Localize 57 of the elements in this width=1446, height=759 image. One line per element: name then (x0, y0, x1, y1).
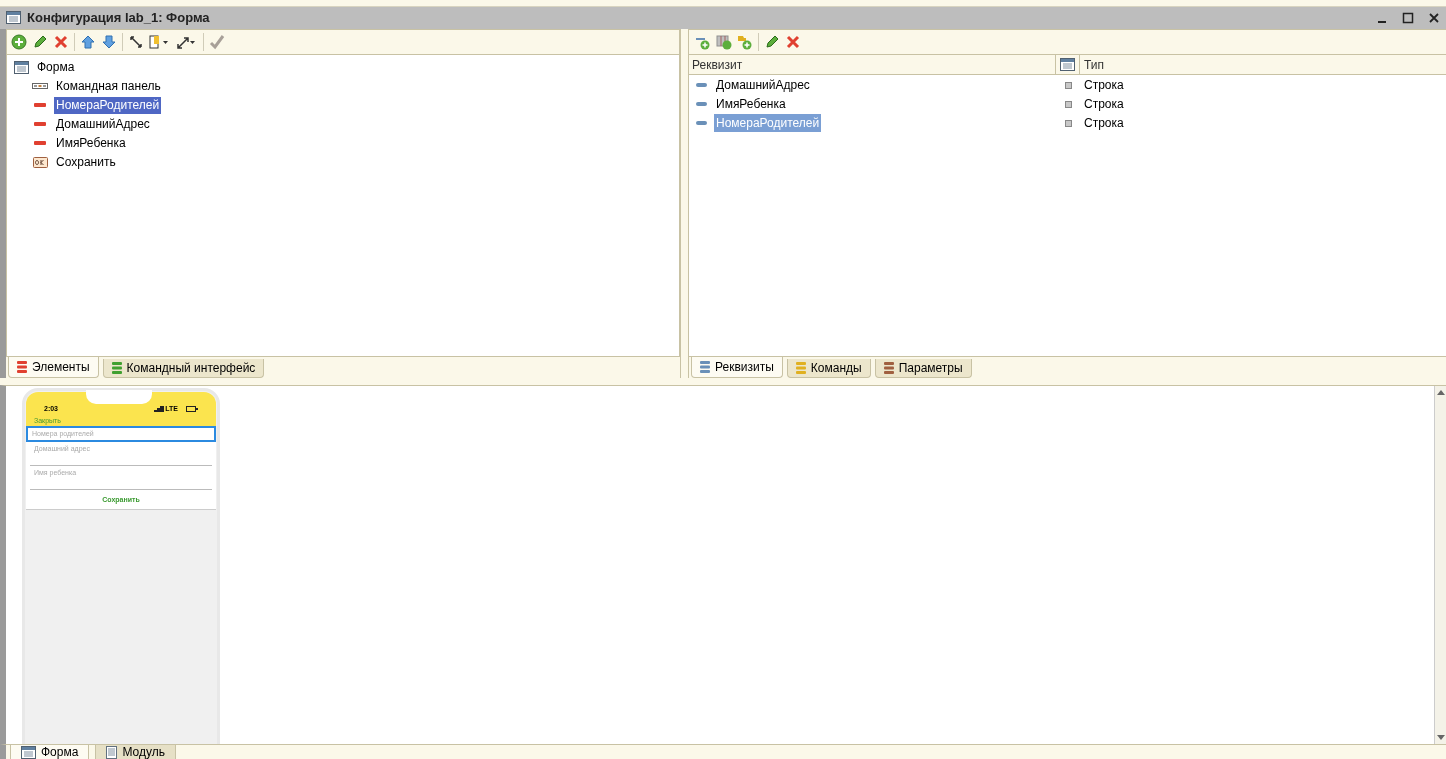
pencil-icon[interactable] (32, 33, 48, 50)
battery-icon (186, 406, 198, 413)
command-bar-icon (32, 83, 48, 90)
device-dropdown-icon[interactable] (149, 33, 171, 50)
attribute-icon (696, 121, 707, 126)
field-icon (34, 141, 46, 146)
tree-item[interactable]: Сохранить (54, 153, 118, 171)
table-cell-text: Строка (1083, 115, 1124, 133)
tab[interactable]: Модуль (95, 745, 176, 759)
form-icon (21, 745, 36, 759)
column-header[interactable]: Реквизит (689, 54, 1056, 74)
arrow-down-icon[interactable] (101, 33, 117, 50)
type-icon (1064, 81, 1072, 89)
table-cell[interactable]: ИмяРебенка (714, 95, 788, 114)
table-cell-text: Строка (1083, 96, 1124, 114)
table-cell-text: Строка (1083, 77, 1124, 95)
add-icon[interactable] (11, 33, 27, 50)
attribute-icon (696, 83, 707, 88)
add-folder-icon[interactable] (737, 33, 753, 50)
scroll-down-icon[interactable] (1436, 733, 1445, 741)
tree-item[interactable]: ДомашнийАдрес (54, 115, 152, 133)
move-icon[interactable] (128, 33, 144, 50)
type-icon (1064, 100, 1072, 108)
type-icon (1064, 119, 1072, 127)
tab[interactable]: Командный интерфейс (102, 359, 265, 379)
tree-item[interactable]: Командная панель (54, 77, 163, 95)
table-icon (1060, 57, 1075, 71)
signal-icon (154, 406, 165, 413)
attribute-icon (696, 102, 707, 107)
delete-icon[interactable] (53, 33, 69, 50)
add-table-icon[interactable] (716, 33, 732, 50)
tab[interactable]: Форма (10, 745, 90, 759)
maximize-icon[interactable] (1402, 11, 1414, 24)
document-icon (106, 745, 118, 759)
tab[interactable]: Элементы (8, 357, 99, 379)
arrow-up-icon[interactable] (80, 33, 96, 50)
table-cell[interactable]: ДомашнийАдрес (714, 76, 812, 95)
window-title: Конфигурация lab_1: Форма (27, 9, 210, 28)
tab[interactable]: Команды (786, 359, 871, 379)
scroll-up-icon[interactable] (1436, 389, 1445, 397)
delete-icon[interactable] (785, 33, 801, 50)
phone-notch (86, 390, 152, 404)
field-icon (34, 103, 46, 108)
tab[interactable]: Реквизиты (691, 357, 783, 379)
close-icon[interactable] (1428, 11, 1440, 24)
tree-item[interactable]: ИмяРебенка (54, 134, 128, 152)
form-icon (6, 11, 21, 25)
form-icon (14, 60, 29, 74)
column-header[interactable]: Тип (1080, 54, 1446, 74)
tree-item[interactable]: Форма (35, 58, 77, 77)
checkmark-icon[interactable] (209, 33, 225, 50)
scrollbar[interactable] (1434, 386, 1446, 744)
button-icon (32, 156, 48, 168)
field-icon (34, 122, 46, 127)
pencil-icon[interactable] (764, 33, 780, 50)
tab[interactable]: Параметры (874, 359, 972, 379)
tree-item[interactable]: НомераРодителей (54, 96, 162, 114)
